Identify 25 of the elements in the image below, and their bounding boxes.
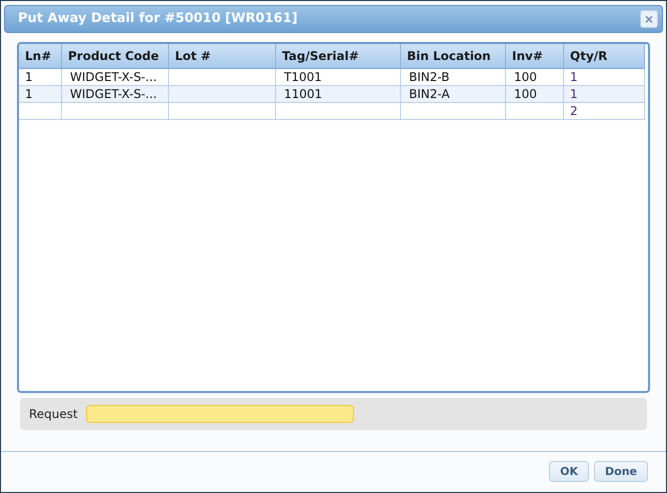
table-cell: 1 — [564, 85, 644, 102]
table-cell: 1 — [19, 68, 62, 86]
request-field[interactable] — [86, 404, 354, 423]
dialog-button[interactable]: OK — [549, 461, 590, 482]
dialog-button[interactable]: Done — [594, 461, 648, 482]
column-header[interactable]: Bin Location — [400, 44, 506, 68]
field-label: Request — [29, 406, 79, 421]
table-cell: 11001 — [276, 85, 400, 102]
window-title: Put Away Detail for #50010 [WR0161] — [18, 11, 298, 26]
table-cell: 1 — [19, 85, 62, 102]
column-header[interactable]: Product Code — [62, 44, 168, 68]
table-cell: 1 — [564, 68, 644, 86]
table-cell: WIDGET-X-S-... — [62, 68, 168, 86]
column-header[interactable]: Lot # — [168, 44, 276, 68]
table-cell: WIDGET-X-S-... — [62, 85, 168, 102]
column-header[interactable]: Qty/R — [564, 44, 644, 68]
column-header[interactable]: Tag/Serial# — [276, 44, 400, 68]
column-header[interactable]: Ln# — [19, 44, 62, 68]
column-header[interactable]: Inv# — [506, 44, 564, 68]
total-cell: 2 — [564, 102, 644, 120]
table-cell: 100 — [506, 85, 564, 102]
table-cell: BIN2-B — [400, 68, 506, 86]
table-cell: 100 — [506, 68, 564, 86]
table-cell: BIN2-A — [400, 85, 506, 102]
table-cell: T1001 — [276, 68, 400, 86]
